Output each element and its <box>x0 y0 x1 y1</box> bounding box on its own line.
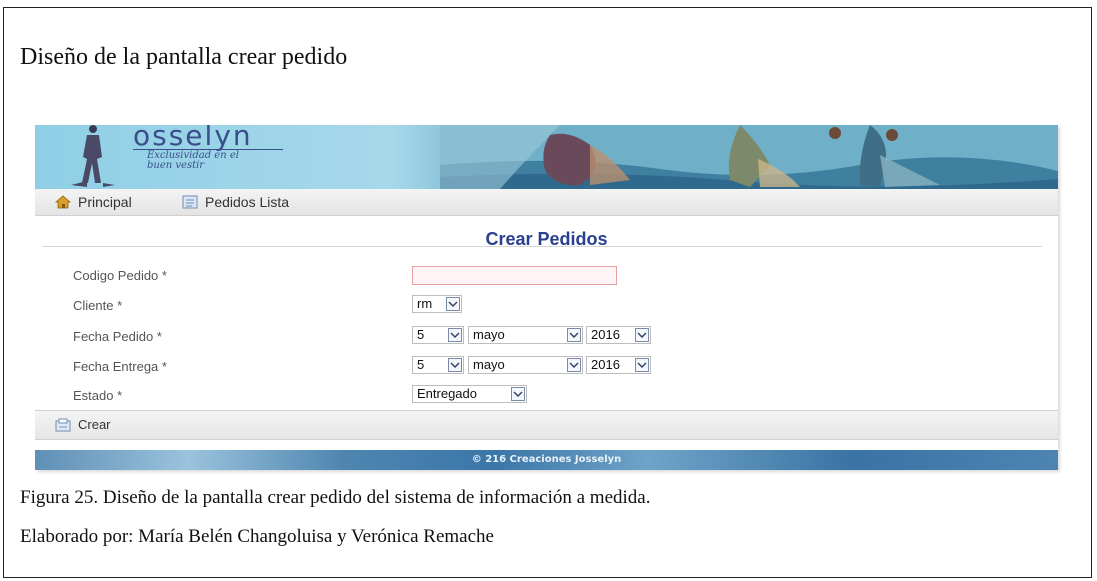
dropdown-arrow-icon <box>446 297 460 311</box>
dropdown-arrow-icon <box>448 358 462 372</box>
nav-pedidos-lista-label: Pedidos Lista <box>205 194 290 210</box>
row-fecha-pedido: Fecha Pedido * 5 mayo 2016 <box>35 326 1058 348</box>
estado-value: Entregado <box>417 386 477 401</box>
fecha-pedido-day: 5 <box>417 327 425 342</box>
fecha-pedido-month: mayo <box>473 327 505 342</box>
tagline-line-2: buen vestir <box>147 160 205 171</box>
cliente-select[interactable]: rm <box>412 295 462 313</box>
logo-tagline: Exclusividad en el buen vestir <box>147 151 239 171</box>
figure-credit: Elaborado por: María Belén Changoluisa y… <box>20 526 494 547</box>
nav-principal-label: Principal <box>78 194 132 210</box>
crear-button-label: Crear <box>78 417 111 432</box>
fecha-entrega-day-select[interactable]: 5 <box>412 356 464 374</box>
fecha-entrega-label: Fecha Entrega * <box>73 359 167 374</box>
fecha-entrega-month-select[interactable]: mayo <box>468 356 583 374</box>
action-bar: Crear <box>35 410 1058 440</box>
document-title: Diseño de la pantalla crear pedido <box>20 44 348 70</box>
fecha-pedido-year: 2016 <box>591 327 620 342</box>
codigo-pedido-label: Codigo Pedido * <box>73 268 167 283</box>
logo-figure-icon <box>71 125 115 187</box>
row-cliente: Cliente * rm <box>35 295 1058 317</box>
fecha-entrega-day: 5 <box>417 357 425 372</box>
header-banner: osselyn Exclusividad en el buen vestir <box>35 125 1058 189</box>
copyright-text: © 216 Creaciones Josselyn <box>471 454 622 465</box>
cliente-value: rm <box>417 296 433 311</box>
dropdown-arrow-icon <box>448 328 462 342</box>
title-divider <box>42 246 1042 247</box>
dropdown-arrow-icon <box>511 387 525 401</box>
fecha-pedido-month-select[interactable]: mayo <box>468 326 583 344</box>
dropdown-arrow-icon <box>567 358 581 372</box>
fecha-entrega-year: 2016 <box>591 357 620 372</box>
app-screenshot: osselyn Exclusividad en el buen vestir P… <box>35 125 1058 470</box>
fecha-pedido-label: Fecha Pedido * <box>73 329 162 344</box>
dropdown-arrow-icon <box>567 328 581 342</box>
fecha-pedido-day-select[interactable]: 5 <box>412 326 464 344</box>
fecha-pedido-year-select[interactable]: 2016 <box>586 326 651 344</box>
copyright-bar: © 216 Creaciones Josselyn <box>35 450 1058 470</box>
fecha-entrega-year-select[interactable]: 2016 <box>586 356 651 374</box>
codigo-pedido-input[interactable] <box>412 266 617 285</box>
dancers-banner-image <box>440 125 1058 189</box>
home-icon <box>55 195 71 209</box>
crear-button[interactable]: Crear <box>55 417 111 432</box>
figure-caption: Figura 25. Diseño de la pantalla crear p… <box>20 487 651 508</box>
create-icon <box>55 418 71 431</box>
cliente-label: Cliente * <box>73 298 123 313</box>
logo-wordmark: osselyn <box>133 125 253 152</box>
row-estado: Estado * Entregado <box>35 385 1058 407</box>
nav-principal[interactable]: Principal <box>55 194 132 210</box>
row-fecha-entrega: Fecha Entrega * 5 mayo 2016 <box>35 356 1058 378</box>
nav-pedidos-lista[interactable]: Pedidos Lista <box>182 194 289 210</box>
dropdown-arrow-icon <box>635 358 649 372</box>
row-codigo-pedido: Codigo Pedido * <box>35 265 1058 287</box>
main-nav: Principal Pedidos Lista <box>35 189 1058 216</box>
estado-select[interactable]: Entregado <box>412 385 527 403</box>
list-icon <box>182 195 198 209</box>
dropdown-arrow-icon <box>635 328 649 342</box>
fecha-entrega-month: mayo <box>473 357 505 372</box>
estado-label: Estado * <box>73 388 123 403</box>
